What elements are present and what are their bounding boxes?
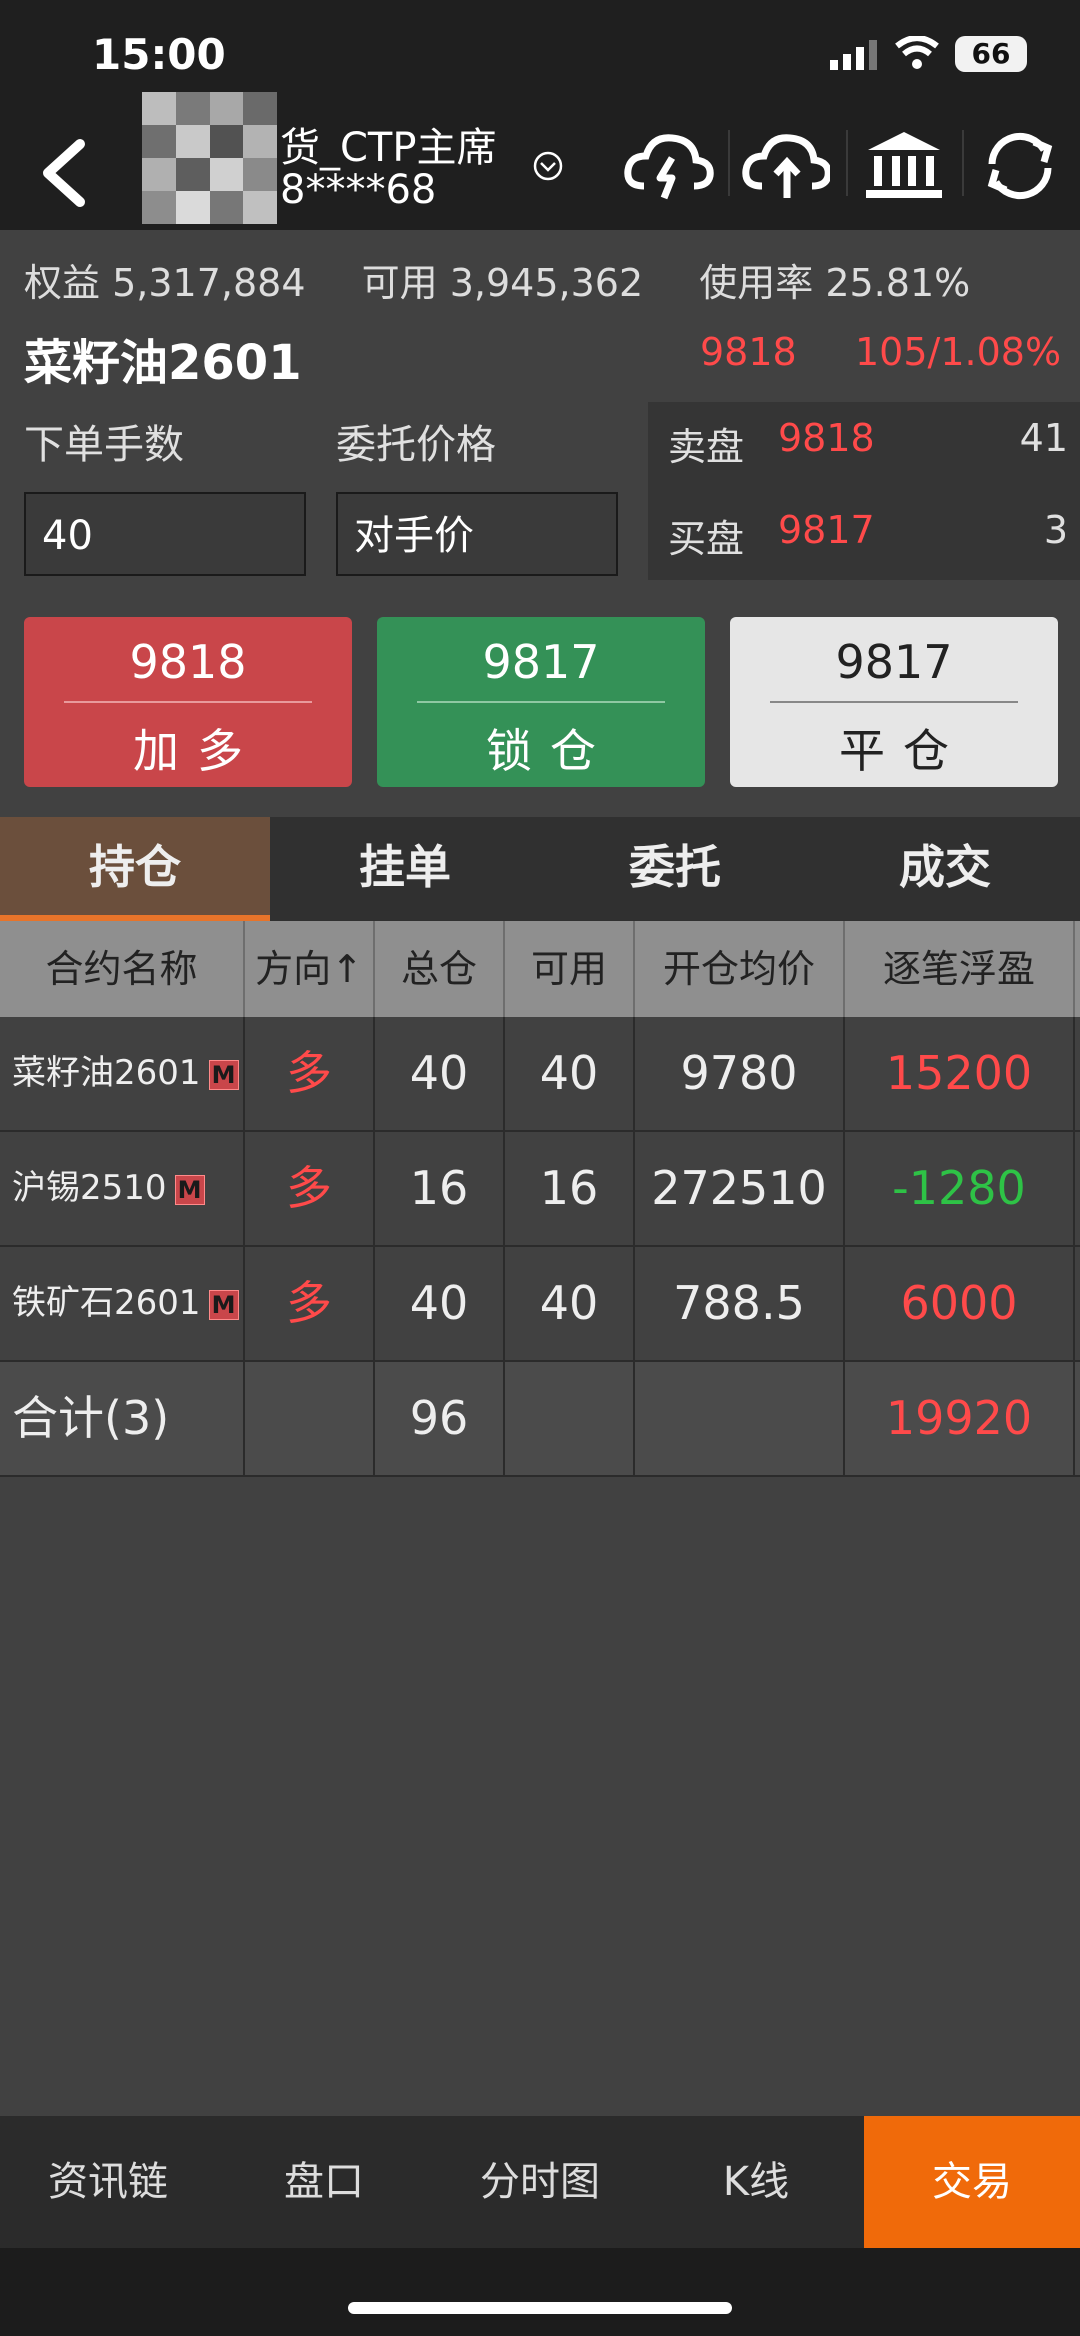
total-label: 合计(3)	[0, 1362, 245, 1475]
col-avg-price[interactable]: 开仓均价	[635, 921, 845, 1017]
lock-position-button[interactable]: 9817 锁仓	[377, 617, 705, 787]
ask-label: 卖盘	[668, 425, 745, 469]
symbol-name[interactable]: 菜籽油2601	[24, 323, 302, 393]
table-row[interactable]: 铁矿石2601 M 多 40 40 788.5 6000	[0, 1247, 1080, 1362]
nav-news[interactable]: 资讯链	[0, 2116, 216, 2248]
market-tag: M	[208, 1059, 239, 1090]
market-tag: M	[174, 1174, 205, 1205]
close-position-button[interactable]: 9817 平仓	[730, 617, 1058, 787]
ask-row: 卖盘 9818 41	[668, 416, 1068, 469]
contract-name: 沪锡2510 M	[0, 1132, 245, 1245]
home-indicator-area	[0, 2248, 1080, 2336]
market-tag: M	[208, 1289, 239, 1320]
direction: 多	[245, 1247, 375, 1360]
available-qty: 40	[505, 1017, 635, 1130]
total-pnl: 19920	[845, 1362, 1075, 1475]
contract-name: 菜籽油2601 M	[0, 1017, 245, 1130]
home-indicator[interactable]	[348, 2302, 732, 2314]
table-header: 合约名称 方向↑ 总仓 可用 开仓均价 逐笔浮盈	[0, 921, 1080, 1017]
header-divider	[962, 130, 964, 196]
header-divider	[846, 130, 848, 196]
bid-label: 买盘	[668, 517, 745, 561]
col-total[interactable]: 总仓	[375, 921, 505, 1017]
bid-price: 9817	[778, 508, 875, 552]
account-avatar	[142, 92, 277, 224]
order-book: 卖盘 9818 41 买盘 9817 3	[648, 402, 1080, 580]
price-input[interactable]: 对手价	[336, 492, 618, 576]
table-row[interactable]: 菜籽油2601 M 多 40 40 9780 15200	[0, 1017, 1080, 1132]
available-qty: 40	[505, 1247, 635, 1360]
col-available[interactable]: 可用	[505, 921, 635, 1017]
chevron-down-icon[interactable]	[532, 150, 564, 182]
available: 可用 3,945,362	[361, 261, 644, 305]
available-qty: 16	[505, 1132, 635, 1245]
float-pnl: 15200	[845, 1017, 1075, 1130]
float-pnl: 6000	[845, 1247, 1075, 1360]
tab-trades[interactable]: 成交	[810, 817, 1080, 921]
float-pnl: -1280	[845, 1132, 1075, 1245]
total-qty: 40	[375, 1017, 505, 1130]
nav-quote[interactable]: 盘口	[216, 2116, 432, 2248]
contract-name: 铁矿石2601 M	[0, 1247, 245, 1360]
back-arrow-icon[interactable]	[36, 138, 96, 208]
total-available	[505, 1362, 635, 1475]
last-price: 9818	[700, 330, 797, 374]
nav-kline[interactable]: K线	[648, 2116, 864, 2248]
refresh-icon[interactable]	[974, 128, 1066, 204]
direction: 多	[245, 1017, 375, 1130]
nav-intraday[interactable]: 分时图	[432, 2116, 648, 2248]
battery-icon: 66	[955, 36, 1027, 72]
total-direction	[245, 1362, 375, 1475]
price-label: 委托价格	[336, 422, 496, 468]
total-row: 合计(3) 96 19920	[0, 1362, 1080, 1477]
tab-positions[interactable]: 持仓	[0, 817, 270, 921]
direction: 多	[245, 1132, 375, 1245]
col-float-pnl[interactable]: 逐笔浮盈	[845, 921, 1075, 1017]
account-summary: 权益 5,317,884 可用 3,945,362 使用率 25.81%	[24, 252, 1014, 307]
bank-icon[interactable]	[858, 128, 950, 204]
account-name[interactable]: 货_CTP主席	[280, 115, 496, 173]
bid-row: 买盘 9817 3	[668, 508, 1068, 561]
col-contract[interactable]: 合约名称	[0, 921, 245, 1017]
qty-input[interactable]: 40	[24, 492, 306, 576]
bid-volume: 3	[1043, 508, 1068, 552]
total-qty: 96	[375, 1362, 505, 1475]
nav-trade[interactable]: 交易	[864, 2116, 1080, 2248]
status-time: 15:00	[92, 30, 226, 79]
signal-icon	[830, 40, 877, 70]
header-divider	[728, 130, 730, 196]
ask-price: 9818	[778, 416, 875, 460]
col-direction[interactable]: 方向↑	[245, 921, 375, 1017]
qty-label: 下单手数	[24, 422, 184, 468]
account-id: 8****68	[280, 167, 437, 213]
avg-price: 272510	[635, 1132, 845, 1245]
total-avg-price	[635, 1362, 845, 1475]
tab-bar: 持仓 挂单 委托 成交	[0, 817, 1080, 921]
add-long-button[interactable]: 9818 加多	[24, 617, 352, 787]
total-qty: 40	[375, 1247, 505, 1360]
cloud-lightning-icon[interactable]	[622, 128, 714, 204]
tab-pending[interactable]: 挂单	[270, 817, 540, 921]
usage: 使用率 25.81%	[699, 261, 971, 305]
tab-orders[interactable]: 委托	[540, 817, 810, 921]
wifi-icon	[895, 36, 939, 69]
avg-price: 9780	[635, 1017, 845, 1130]
price-change: 105/1.08%	[855, 330, 1062, 374]
ask-volume: 41	[1019, 416, 1068, 460]
bottom-nav: 资讯链 盘口 分时图 K线 交易	[0, 2116, 1080, 2248]
avg-price: 788.5	[635, 1247, 845, 1360]
equity: 权益 5,317,884	[24, 261, 306, 305]
cloud-upload-icon[interactable]	[738, 128, 830, 204]
total-qty: 16	[375, 1132, 505, 1245]
table-row[interactable]: 沪锡2510 M 多 16 16 272510 -1280	[0, 1132, 1080, 1247]
